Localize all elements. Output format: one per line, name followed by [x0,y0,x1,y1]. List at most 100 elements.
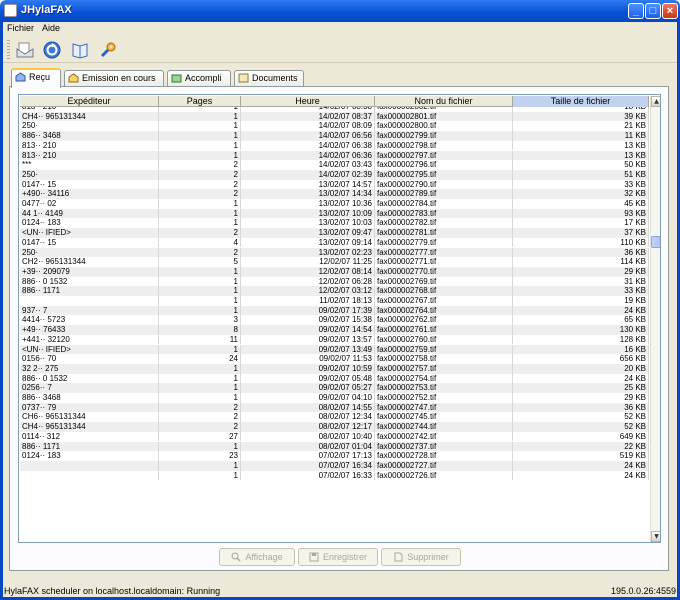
tab-recu[interactable]: Reçu [11,68,61,88]
table-row[interactable]: 44 1·· 4149 1 13/02/07 10:09 fax000002783.t… [20,208,649,219]
table-row[interactable]: 886·· 1171 1 08/02/07 01:04 fax000002737.ti… [20,441,649,452]
cell-heure: 09/02/07 04:10 [241,393,375,403]
cell-heure: 07/02/07 16:33 [241,470,375,481]
column-header-nom-du-fichier[interactable]: Nom du fichier [375,96,513,107]
cell-nom-du-fichier: fax000002795.tif [375,169,513,180]
cell-expediteur: 886·· 3468 [20,393,159,403]
column-header-expediteur[interactable]: Expéditeur [20,96,159,107]
cell-pages: 1 [159,121,241,132]
cell-heure: 12/02/07 06:28 [241,276,375,287]
cell-expediteur: CH4·· 965131344 [20,422,159,432]
table-row[interactable]: CH4·· 965131344 1 14/02/07 08:37 fax0000028… [20,111,649,122]
table-row[interactable]: 886·· 3468 1 09/02/07 04:10 fax000002752.ti… [20,393,649,403]
table-row[interactable]: 1 07/02/07 16:34 fax000002727.tif 24 KB [20,460,649,471]
scroll-down-arrow[interactable]: ▼ [651,531,660,542]
refresh-button[interactable] [41,39,63,60]
table-row[interactable]: +490·· 34116 2 13/02/07 14:34 fax000002789.… [20,189,649,199]
table-row[interactable]: 0477·· 02 1 13/02/07 10:36 fax000002784.tif… [20,199,649,209]
cell-nom-du-fichier: fax000002782.tif [375,218,513,229]
cell-heure: 09/02/07 05:27 [241,383,375,393]
cell-expediteur: 0114·· 312 [20,431,159,442]
table-row[interactable]: 813·· 210 1 14/02/07 06:38 fax000002798.tif… [20,140,649,151]
table-row[interactable]: *** 2 14/02/07 03:43 fax000002796.tif 50 KB [20,160,649,170]
cell-nom-du-fichier: fax000002801.tif [375,111,513,122]
cell-taille: 656 KB [513,354,649,364]
table-row[interactable]: 0147·· 15 2 13/02/07 14:57 fax000002790.tif… [20,179,649,190]
vertical-scrollbar[interactable]: ▲ ▼ [650,96,660,542]
table-row[interactable]: 250· 1 14/02/07 08:09 fax000002800.tif 21 KB [20,121,649,132]
cell-pages: 2 [159,189,241,199]
cell-nom-du-fichier: fax000002761.tif [375,325,513,335]
cell-taille: 32 KB [513,189,649,199]
window-titlebar[interactable]: JHylaFAX _ □ × [0,0,680,22]
table-row[interactable]: 0256·· 7 1 09/02/07 05:27 fax000002753.tif 2… [20,383,649,393]
table-row[interactable]: 4414·· 5723 3 09/02/07 15:38 fax000002762.t… [20,315,649,326]
table-row[interactable]: +441·· 32120 11 09/02/07 13:57 fax000002760… [20,334,649,345]
cell-pages: 8 [159,325,241,335]
table-row[interactable]: 0124·· 183 1 13/02/07 10:03 fax000002782.ti… [20,218,649,229]
table-row[interactable]: <UN·· IFIED> 1 09/02/07 13:49 fax000002759.… [20,344,649,355]
settings-button[interactable] [97,39,119,60]
toolbar-grip[interactable] [7,40,10,59]
cell-pages: 1 [159,383,241,393]
tab-accompli-label: Accompli [185,73,222,83]
cell-expediteur: 886·· 1171 [20,441,159,452]
maximize-button[interactable]: □ [645,3,661,19]
cell-pages: 2 [159,422,241,432]
cell-expediteur: <UN·· IFIED> [20,228,159,238]
cell-taille: 649 KB [513,431,649,442]
table-row[interactable]: 886·· 1171 1 12/02/07 03:12 fax000002768.ti… [20,286,649,296]
table-row[interactable]: <UN·· IFIED> 2 13/02/07 09:47 fax000002781.… [20,228,649,238]
table-row[interactable]: 32 2·· 275 1 09/02/07 10:59 fax000002757.ti… [20,363,649,374]
table-row[interactable]: CH4·· 965131344 2 08/02/07 12:17 fax0000027… [20,422,649,432]
new-fax-button[interactable] [14,39,36,60]
supprimer-button[interactable]: Supprimer [381,548,461,566]
table-row[interactable]: 0114·· 312 27 08/02/07 10:40 fax000002742.t… [20,431,649,442]
table-row[interactable]: 0124·· 183 23 07/02/07 17:13 fax000002728.t… [20,451,649,461]
table-row[interactable]: 886·· 3468 1 14/02/07 06:56 fax000002799.ti… [20,131,649,141]
cell-nom-du-fichier: fax000002762.tif [375,315,513,326]
table-row[interactable]: 937·· 7 1 09/02/07 17:39 fax000002764.tif 24… [20,305,649,316]
cell-expediteur: +441·· 32120 [20,334,159,345]
affichage-button[interactable]: Affichage [219,548,295,566]
table-row[interactable]: CH6·· 965131344 2 08/02/07 12:34 fax0000027… [20,412,649,423]
menu-aide[interactable]: Aide [42,23,60,33]
table-row[interactable]: 0737·· 79 2 08/02/07 14:55 fax000002747.tif… [20,402,649,413]
table-row[interactable]: 886·· 0 1532 1 12/02/07 06:28 fax000002769.… [20,276,649,287]
column-header-taille-de-fichier[interactable]: Taille de fichier [513,96,649,107]
table-row[interactable]: +49·· 76433 8 09/02/07 14:54 fax000002761.t… [20,325,649,335]
cell-pages: 1 [159,150,241,161]
table-row[interactable]: CH2·· 965131344 5 12/02/07 11:25 fax0000027… [20,257,649,267]
menu-fichier[interactable]: Fichier [7,23,34,33]
table-row[interactable]: 250· 2 13/02/07 02:23 fax000002777.tif 36 KB [20,247,649,258]
scroll-thumb[interactable] [651,236,660,248]
minimize-button[interactable]: _ [628,3,644,19]
table-row[interactable]: +39·· 209079 1 12/02/07 08:14 fax000002770.… [20,266,649,277]
cell-heure: 13/02/07 09:14 [241,237,375,248]
tab-documents[interactable]: Documents [234,70,304,87]
cell-pages: 2 [159,179,241,190]
cell-heure: 08/02/07 12:17 [241,422,375,432]
cell-nom-du-fichier: fax000002767.tif [375,296,513,306]
table-row[interactable]: 0156·· 70 24 09/02/07 11:53 fax000002758.ti… [20,354,649,364]
tab-accompli[interactable]: Accompli [167,70,231,87]
cell-heure: 14/02/07 06:36 [241,150,375,161]
scroll-up-arrow[interactable]: ▲ [651,96,660,107]
column-header-pages[interactable]: Pages [159,96,241,107]
cell-nom-du-fichier: fax000002764.tif [375,305,513,316]
table-row[interactable]: 813·· 210 1 14/02/07 06:36 fax000002797.tif… [20,150,649,161]
close-button[interactable]: × [662,3,678,19]
table-row[interactable]: 1 11/02/07 18:13 fax000002767.tif 19 KB [20,296,649,306]
tab-emission-en-cours[interactable]: Emission en cours [64,70,164,87]
outbox-icon [68,73,79,83]
table-row[interactable]: 1 07/02/07 16:33 fax000002726.tif 24 KB [20,470,649,481]
column-header-heure[interactable]: Heure [241,96,375,107]
table-row[interactable]: 886·· 0 1532 1 09/02/07 05:48 fax000002754.… [20,373,649,384]
table-row[interactable]: 0147·· 15 4 13/02/07 09:14 fax000002779.tif… [20,237,649,248]
cell-expediteur: 0156·· 70 [20,354,159,364]
enregistrer-button[interactable]: Enregistrer [298,548,378,566]
cell-pages: 1 [159,131,241,141]
addressbook-button[interactable] [69,39,91,60]
table-row[interactable]: 250· 2 14/02/07 02:39 fax000002795.tif 51 KB [20,169,649,180]
cell-pages: 1 [159,111,241,122]
